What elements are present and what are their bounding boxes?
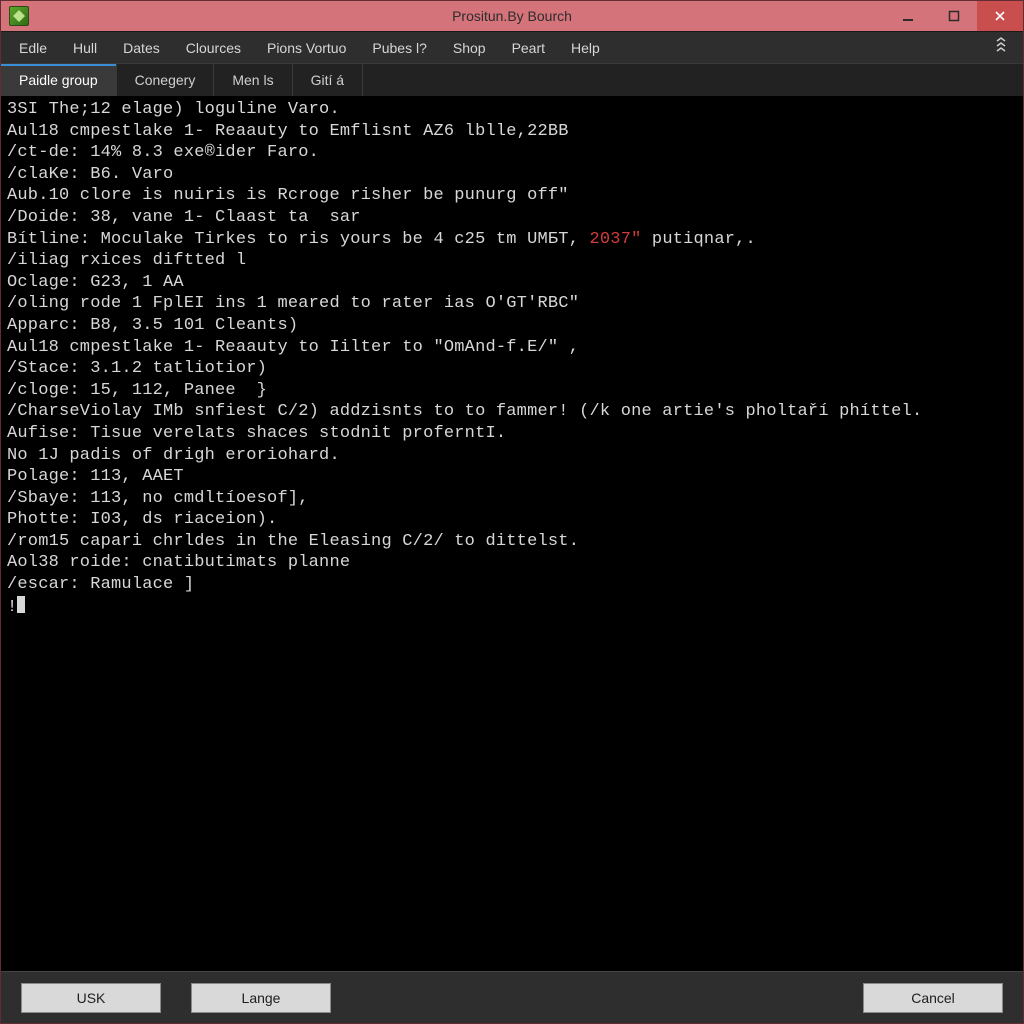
titlebar[interactable]: Prositun.By Bourch xyxy=(1,1,1023,31)
terminal-line: Polage: 113, AAET xyxy=(7,466,1017,488)
menu-hull[interactable]: Hull xyxy=(61,34,109,62)
app-icon xyxy=(9,6,29,26)
tab-paidle-group[interactable]: Paidle group xyxy=(1,64,117,96)
terminal-line: /Doide: 38, vane 1- Claast ta sar xyxy=(7,207,1017,229)
window-title: Prositun.By Bourch xyxy=(1,8,1023,24)
terminal-line: Oclage: G23, 1 AA xyxy=(7,272,1017,294)
menu-pions[interactable]: Pions Vortuo xyxy=(255,34,358,62)
menu-edle[interactable]: Edle xyxy=(7,34,59,62)
tab-men-ls[interactable]: Men ls xyxy=(214,64,292,96)
terminal-line: Photte: I03, ds riaceion). xyxy=(7,509,1017,531)
terminal-line: /CharseViolay IMb snfiest C/2) addzisnts… xyxy=(7,401,1017,423)
menu-peart[interactable]: Peart xyxy=(500,34,557,62)
maximize-icon xyxy=(948,10,960,22)
menu-pubes[interactable]: Pubes l? xyxy=(360,34,438,62)
usk-button[interactable]: USK xyxy=(21,983,161,1013)
footer: USK Lange Cancel xyxy=(1,971,1023,1023)
menu-help[interactable]: Help xyxy=(559,34,612,62)
terminal-line: No 1J padis of drigh eroriohard. xyxy=(7,445,1017,467)
menu-dates[interactable]: Dates xyxy=(111,34,172,62)
tab-giti-a[interactable]: Gití á xyxy=(293,64,363,96)
terminal-line: /iliag rxices diftted l xyxy=(7,250,1017,272)
terminal-line: 3SI The;12 elage) loguline Varo. xyxy=(7,99,1017,121)
app-window: Prositun.By Bourch Edle Hull Dates Clour… xyxy=(0,0,1024,1024)
menubar: Edle Hull Dates Clources Pions Vortuo Pu… xyxy=(1,31,1023,63)
terminal-line: Aub.10 clore is nuiris is Rcroge risher … xyxy=(7,185,1017,207)
terminal-line: Aul18 cmpestlake 1- Reaauty to Iilter to… xyxy=(7,337,1017,359)
terminal-line: Aufise: Tisue verelats shaces stodnit pr… xyxy=(7,423,1017,445)
menu-clources[interactable]: Clources xyxy=(174,34,253,62)
lange-button[interactable]: Lange xyxy=(191,983,331,1013)
tabbar: Paidle group Conegery Men ls Gití á xyxy=(1,63,1023,97)
close-icon xyxy=(994,10,1006,22)
terminal-cursor xyxy=(17,596,25,613)
terminal-line: /Sbaye: 113, no cmdltíoesof], xyxy=(7,488,1017,510)
tab-conegery[interactable]: Conegery xyxy=(117,64,215,96)
terminal-line: /rom15 capari chrldes in the Eleasing C/… xyxy=(7,531,1017,553)
terminal-output[interactable]: 3SI The;12 elage) loguline Varo.Aul18 cm… xyxy=(1,97,1023,971)
terminal-line: /ct-de: 14% 8.3 exe®ider Faro. xyxy=(7,142,1017,164)
chevrons-icon xyxy=(993,37,1009,53)
minimize-button[interactable] xyxy=(885,1,931,31)
window-controls xyxy=(885,1,1023,31)
terminal-line: /Stace: 3.1.2 tatliotior) xyxy=(7,358,1017,380)
maximize-button[interactable] xyxy=(931,1,977,31)
minimize-icon xyxy=(902,10,914,22)
terminal-prompt-line[interactable]: ! xyxy=(7,596,1017,619)
terminal-line: /escar: Ramulace ] xyxy=(7,574,1017,596)
terminal-line: /cloge: 15, 112, Panee } xyxy=(7,380,1017,402)
terminal-line: Aul18 cmpestlake 1- Reaauty to Emflisnt … xyxy=(7,121,1017,143)
terminal-line: Bítline: Moculake Tirkes to ris yours be… xyxy=(7,229,1017,251)
menu-overflow-icon[interactable] xyxy=(985,37,1017,58)
terminal-line: Apparc: B8, 3.5 101 Cleants) xyxy=(7,315,1017,337)
menu-shop[interactable]: Shop xyxy=(441,34,498,62)
cancel-button[interactable]: Cancel xyxy=(863,983,1003,1013)
terminal-line: /oling rode 1 FplEI ins 1 meared to rate… xyxy=(7,293,1017,315)
terminal-line: /claKe: B6. Varo xyxy=(7,164,1017,186)
close-button[interactable] xyxy=(977,1,1023,31)
terminal-line: Aol38 roide: cnatibutimats planne xyxy=(7,552,1017,574)
